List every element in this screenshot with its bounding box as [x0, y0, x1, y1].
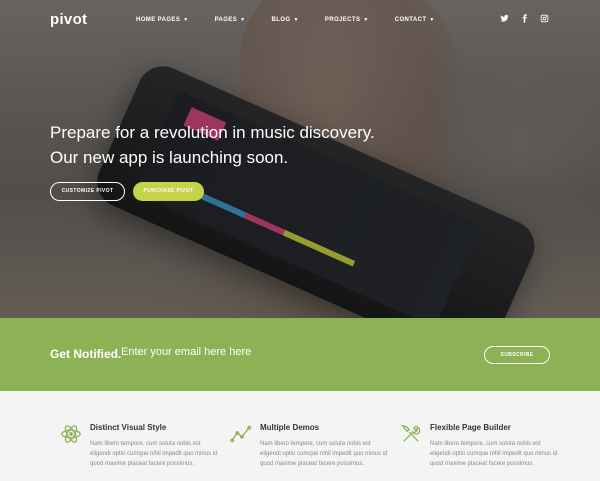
menu-item-label: PAGES	[214, 17, 238, 23]
notify-label: Get Notified.	[50, 347, 122, 361]
twitter-icon[interactable]	[500, 14, 510, 24]
menu-item-label: HOME PAGES	[136, 17, 181, 23]
chevron-down-icon: ▼	[293, 17, 299, 23]
chevron-down-icon: ▼	[429, 17, 435, 23]
feature-text: Nam libero tempore, cum soluta nobis est…	[260, 441, 388, 467]
subscribe-button[interactable]: SUBSCRIBE	[484, 346, 550, 364]
chevron-down-icon: ▼	[183, 17, 189, 23]
social-links	[490, 14, 550, 24]
chevron-down-icon: ▼	[240, 17, 246, 23]
feature-title: Distinct Visual Style	[90, 423, 167, 432]
atom-icon	[60, 423, 82, 445]
menu-item-blog[interactable]: BLOG ▼	[272, 17, 299, 23]
menu-item-label: CONTACT	[394, 17, 427, 23]
feature-title: Flexible Page Builder	[430, 423, 511, 432]
feature-title: Multiple Demos	[260, 423, 320, 432]
facebook-icon[interactable]	[520, 14, 530, 24]
chevron-down-icon: ▼	[363, 17, 369, 23]
menu-item-label: BLOG	[271, 17, 291, 23]
menu-item-label: PROJECTS	[324, 17, 361, 23]
customize-pivot-button[interactable]: CUSTOMIZE PIVOT	[50, 182, 125, 201]
main-menu: HOME PAGES ▼ PAGES ▼ BLOG ▼ PROJECTS ▼ CONTA…	[136, 17, 461, 23]
logo[interactable]: pivot	[50, 11, 87, 28]
hero-headline: Prepare for a revolution in music discov…	[50, 120, 375, 170]
menu-item-projects[interactable]: PROJECTS ▼	[325, 17, 369, 23]
features-section: Distinct Visual Style Nam libero tempore…	[0, 391, 600, 481]
menu-item-home-pages[interactable]: HOME PAGES ▼	[136, 17, 189, 23]
purchase-pivot-button[interactable]: PURCHASE PIVOT	[133, 182, 204, 201]
tools-icon	[400, 423, 422, 445]
top-nav: pivot HOME PAGES ▼ PAGES ▼ BLOG ▼ PROJECTS ▼…	[0, 0, 600, 40]
menu-item-contact[interactable]: CONTACT ▼	[395, 17, 435, 23]
email-input[interactable]	[121, 346, 321, 358]
feature-text: Nam libero tempore, cum soluta nobis est…	[430, 441, 558, 467]
hero-headline-line2: Our new app is launching soon.	[50, 148, 289, 167]
menu-item-pages[interactable]: PAGES ▼	[215, 17, 246, 23]
line-chart-icon	[230, 423, 252, 445]
feature-text: Nam libero tempore, cum soluta nobis est…	[90, 441, 218, 467]
instagram-icon[interactable]	[540, 14, 550, 24]
hero-headline-line1: Prepare for a revolution in music discov…	[50, 123, 375, 142]
